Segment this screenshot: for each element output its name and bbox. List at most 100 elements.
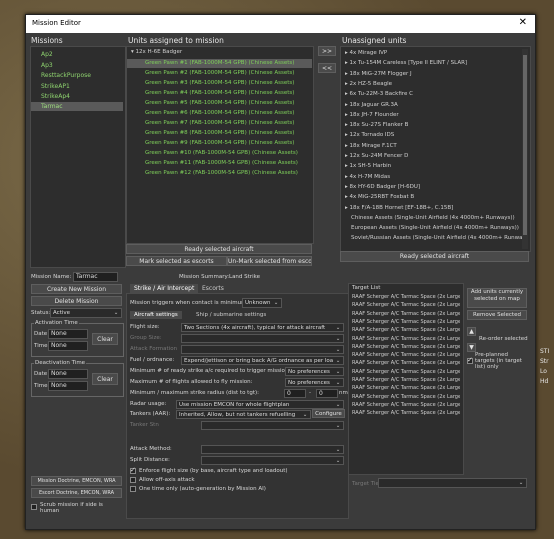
preplanned-targets-checkbox[interactable] (467, 356, 473, 364)
radius-max-input[interactable]: 0 (316, 389, 338, 398)
unassigned-unit-row[interactable]: European Assets (Single-Unit Airfield (4… (351, 225, 519, 231)
radar-usage-dropdown[interactable]: Use mission EMCON for whole flightplan ⌄ (176, 400, 344, 409)
unassigned-unit-row[interactable]: ▸ 8x HY-6D Badger [H-6DU] (345, 184, 420, 190)
unassigned-units-list[interactable]: ▸ 4x Mirage IVP ▸ 1x Tu-154M Careless [Ty… (340, 46, 531, 252)
activation-date-input[interactable]: None (48, 329, 88, 339)
target-row[interactable]: RAAF Scherger A/C Tarmac Space (2x Large… (352, 369, 460, 375)
attack-method-dropdown[interactable]: ⌄ (201, 445, 344, 454)
mission-item[interactable]: Ap3 (41, 62, 53, 69)
subtab-aircraft-settings[interactable]: Aircraft settings (130, 311, 182, 319)
delete-mission-button[interactable]: Delete Mission (31, 296, 122, 306)
target-row[interactable]: RAAF Scherger A/C Tarmac Space (2x Large… (352, 319, 460, 325)
move-down-button[interactable]: ▼ (467, 343, 476, 352)
target-row[interactable]: RAAF Scherger A/C Tarmac Space (2x Large… (352, 327, 460, 333)
assigned-units-list[interactable]: ▾ 12x H-6E Badger Green Pawn #1 (FAB-100… (126, 46, 314, 244)
unassigned-unit-row[interactable]: ▸ 4x MiG-25RBT Foxbat B (345, 194, 414, 200)
mission-doctrine-button[interactable]: Mission Doctrine, EMCON, WRA (31, 476, 122, 486)
mission-item[interactable]: StrikeAP1 (41, 83, 70, 90)
scrub-mission-checkbox[interactable] (31, 504, 37, 510)
mission-item-selected[interactable]: Tarmac (41, 103, 63, 110)
assigned-unit-row[interactable]: Green Pawn #7 (FAB-1000M-54 GPB) (Chines… (145, 120, 294, 126)
allow-offaxis-checkbox[interactable] (130, 477, 136, 483)
unassigned-unit-row[interactable]: ▸ 18x F/A-18B Hornet [EF-18B+, C.15B] (345, 205, 453, 211)
clear-activation-button[interactable]: Clear (92, 333, 118, 345)
max-flights-dropdown[interactable]: No preferences ⌄ (285, 378, 344, 387)
unassigned-unit-row[interactable]: ▸ 4x Mirage IVP (345, 50, 387, 56)
target-row[interactable]: RAAF Scherger A/C Tarmac Space (2x Large… (352, 410, 460, 416)
target-row[interactable]: RAAF Scherger A/C Tarmac Space (2x Large… (352, 336, 460, 342)
radius-min-input[interactable]: 0 (284, 389, 306, 398)
target-row[interactable]: RAAF Scherger A/C Tarmac Space (2x Large… (352, 352, 460, 358)
clear-deactivation-button[interactable]: Clear (92, 373, 118, 385)
tanker-station-dropdown[interactable]: ⌄ (201, 421, 344, 430)
remove-from-mission-button[interactable]: << (318, 63, 336, 73)
target-row[interactable]: RAAF Scherger A/C Tarmac Space (2x Large… (352, 302, 460, 308)
unassigned-unit-row[interactable]: ▸ 18x MiG-27M Flogger J (345, 71, 412, 77)
ready-selected-aircraft-button[interactable]: Ready selected aircraft (126, 244, 312, 254)
target-row[interactable]: RAAF Scherger A/C Tarmac Space (2x Large… (352, 394, 460, 400)
unassigned-ready-button[interactable]: Ready selected aircraft (340, 251, 529, 262)
tankers-dropdown[interactable]: Inherited, Allow, but not tankers refuel… (176, 410, 311, 419)
assigned-unit-row[interactable]: Green Pawn #5 (FAB-1000M-54 GPB) (Chines… (145, 100, 294, 106)
unassigned-unit-row[interactable]: ▸ 1x Tu-154M Careless [Type II ELINT / S… (345, 60, 467, 66)
scroll-thumb[interactable] (523, 55, 527, 235)
assigned-unit-row[interactable]: Green Pawn #11 (FAB-1000M-54 GPB) (Chine… (145, 160, 298, 166)
mission-item[interactable]: Ap2 (41, 51, 53, 58)
unassigned-scrollbar[interactable] (522, 49, 528, 249)
target-row[interactable]: RAAF Scherger A/C Tarmac Space (2x Large… (352, 344, 460, 350)
assigned-unit-row[interactable]: Green Pawn #10 (FAB-1000M-54 GPB) (Chine… (145, 150, 298, 156)
mission-item[interactable]: StrikeAp4 (41, 93, 70, 100)
target-row[interactable]: RAAF Scherger A/C Tarmac Space (2x Large… (352, 385, 460, 391)
move-up-button[interactable]: ▲ (467, 327, 476, 336)
unassigned-unit-row[interactable]: Chinese Assets (Single-Unit Airfield (4x… (351, 215, 515, 221)
unassigned-unit-row[interactable]: ▸ 2x HZ-5 Beagle (345, 81, 392, 87)
unassigned-unit-row[interactable]: ▸ 6x Tu-22M-3 Backfire C (345, 91, 413, 97)
add-to-mission-button[interactable]: >> (318, 46, 336, 56)
target-row[interactable]: RAAF Scherger A/C Tarmac Space (2x Large… (352, 360, 460, 366)
activation-time-input[interactable]: None (48, 341, 88, 351)
assigned-unit-row[interactable]: Green Pawn #4 (FAB-1000M-54 GPB) (Chines… (145, 90, 294, 96)
assigned-unit-row[interactable]: Green Pawn #6 (FAB-1000M-54 GPB) (Chines… (145, 110, 294, 116)
mark-escorts-button[interactable]: Mark selected as escorts (126, 256, 227, 266)
target-tier-dropdown[interactable]: ⌄ (378, 478, 527, 488)
target-row[interactable]: RAAF Scherger A/C Tarmac Space (2x Large… (352, 311, 460, 317)
configure-tankers-button[interactable]: Configure (312, 409, 345, 418)
fuel-ordnance-dropdown[interactable]: Expend/jettison or bring back A/G ordnan… (181, 356, 344, 365)
mission-item[interactable]: ResttackPurpose (41, 72, 91, 79)
tab-strike-air-intercept[interactable]: Strike / Air Intercept (130, 284, 199, 293)
remove-selected-targets-button[interactable]: Remove Selected (467, 310, 527, 320)
unassigned-unit-row[interactable]: ▸ 4x H-7M Midas (345, 174, 390, 180)
attack-formation-dropdown[interactable]: ⌄ (181, 345, 344, 354)
one-time-only-checkbox[interactable] (130, 486, 136, 492)
add-selected-targets-button[interactable]: Add units currently selected on map (467, 288, 527, 308)
close-icon[interactable]: ✕ (519, 17, 527, 28)
assigned-unit-row[interactable]: Green Pawn #9 (FAB-1000M-54 GPB) (Chines… (145, 140, 294, 146)
flight-size-dropdown[interactable]: Two Sections (4x aircraft), typical for … (181, 323, 344, 332)
unassigned-unit-row[interactable]: ▸ 18x JH-7 Flounder (345, 112, 399, 118)
unassigned-unit-row[interactable]: Soviet/Russian Assets (Single-Unit Airfi… (351, 235, 527, 241)
assigned-unit-row[interactable]: Green Pawn #12 (FAB-1000M-54 GPB) (Chine… (145, 170, 298, 176)
target-row[interactable]: RAAF Scherger A/C Tarmac Space (2x Large… (352, 402, 460, 408)
deactivation-time-input[interactable]: None (48, 381, 88, 391)
tab-escorts[interactable]: Escorts (198, 284, 228, 293)
enforce-flight-size-checkbox[interactable] (130, 466, 136, 474)
status-dropdown[interactable]: Active ⌄ (50, 308, 122, 318)
unassigned-unit-row[interactable]: ▸ 18x Jaguar GR.3A (345, 102, 398, 108)
create-mission-button[interactable]: Create New Mission (31, 284, 122, 294)
assigned-group[interactable]: ▾ 12x H-6E Badger (131, 49, 182, 55)
unassigned-unit-row[interactable]: ▸ 1x SH-5 Harbin (345, 163, 391, 169)
escort-doctrine-button[interactable]: Escort Doctrine, EMCON, WRA (31, 488, 122, 498)
mission-name-input[interactable]: Tarmac (73, 272, 118, 282)
subtab-ship-settings[interactable]: Ship / submarine settings (192, 311, 270, 319)
deactivation-date-input[interactable]: None (48, 369, 88, 379)
group-size-dropdown[interactable]: ⌄ (181, 334, 344, 343)
split-distance-dropdown[interactable]: ⌄ (201, 456, 344, 465)
assigned-unit-row[interactable]: Green Pawn #3 (FAB-1000M-54 GPB) (Chines… (145, 80, 294, 86)
assigned-unit-row[interactable]: Green Pawn #2 (FAB-1000M-54 GPB) (Chines… (145, 70, 294, 76)
target-list[interactable]: Target List RAAF Scherger A/C Tarmac Spa… (348, 283, 464, 475)
unmark-escorts-button[interactable]: Un-Mark selected from escorts (227, 256, 312, 266)
target-row[interactable]: RAAF Scherger A/C Tarmac Space (2x Large… (352, 294, 460, 300)
unassigned-unit-row[interactable]: ▸ 12x Tornado IDS (345, 132, 394, 138)
assigned-unit-row[interactable]: Green Pawn #1 (FAB-1000M-54 GPB) (Chines… (145, 60, 294, 66)
target-row[interactable]: RAAF Scherger A/C Tarmac Space (2x Large… (352, 377, 460, 383)
